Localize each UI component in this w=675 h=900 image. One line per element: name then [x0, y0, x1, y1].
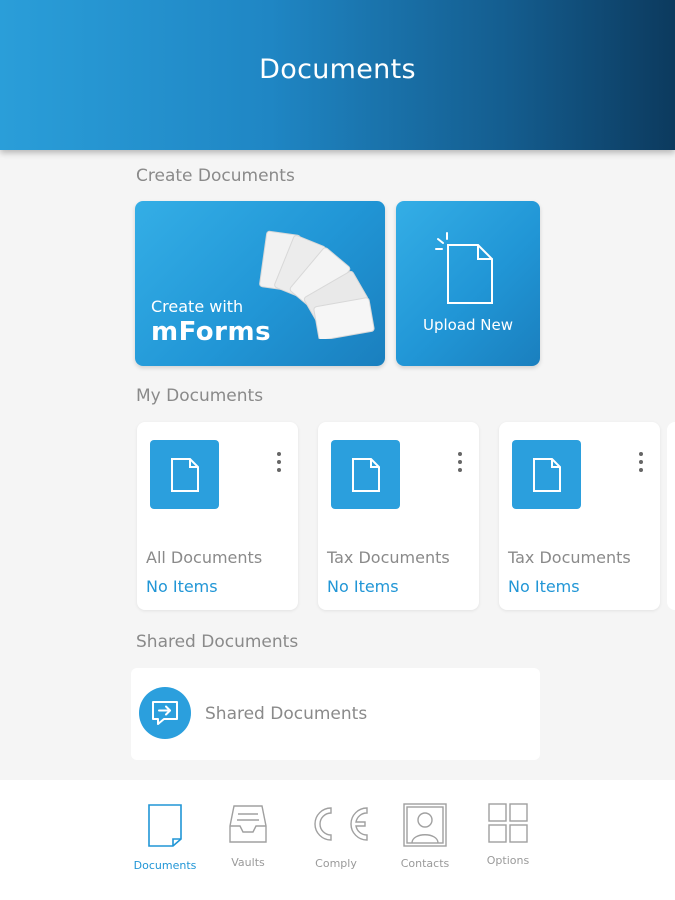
folder-item-count: No Items: [508, 577, 580, 596]
document-folder-card[interactable]: Tax Documents No Items: [318, 422, 479, 610]
mforms-tile-line1: Create with: [151, 297, 244, 316]
upload-new-button[interactable]: Upload New: [396, 201, 540, 366]
upload-new-label: Upload New: [422, 316, 514, 334]
document-icon: [148, 804, 182, 847]
nav-documents[interactable]: Documents: [125, 802, 205, 878]
ce-mark-icon: [314, 807, 368, 841]
more-options-icon[interactable]: [455, 452, 465, 474]
nav-comply[interactable]: Comply: [296, 802, 376, 878]
more-options-icon[interactable]: [636, 452, 646, 474]
stacked-papers-icon: [259, 230, 375, 339]
folder-name: Tax Documents: [508, 548, 631, 567]
nav-vaults[interactable]: Vaults: [208, 802, 288, 878]
grid-icon: [488, 803, 528, 843]
shared-documents-row[interactable]: Shared Documents: [131, 668, 540, 760]
document-icon: [512, 440, 581, 509]
nav-documents-label: Documents: [133, 859, 197, 872]
page-title: Documents: [259, 53, 416, 85]
folder-name: All Documents: [146, 548, 263, 567]
contact-card-icon: [403, 803, 447, 847]
bottom-navigation: Documents Vaults Comply Contacts Options: [0, 780, 675, 900]
app-header: Documents: [0, 0, 675, 150]
my-documents-label: My Documents: [136, 386, 264, 406]
inbox-tray-icon: [229, 805, 267, 843]
nav-contacts[interactable]: Contacts: [385, 802, 465, 878]
more-options-icon[interactable]: [274, 452, 284, 474]
create-documents-label: Create Documents: [136, 166, 295, 186]
mforms-tile-line2: mForms: [151, 317, 272, 347]
nav-comply-label: Comply: [315, 857, 357, 870]
document-folder-card[interactable]: Tax Documents No Items: [499, 422, 660, 610]
document-icon: [331, 440, 400, 509]
nav-contacts-label: Contacts: [400, 857, 450, 870]
create-with-mforms-button[interactable]: Create with mForms: [135, 201, 385, 366]
shared-message-icon: [139, 687, 191, 739]
folder-item-count: No Items: [327, 577, 399, 596]
next-card-peek: [667, 422, 675, 610]
nav-options-label: Options: [486, 854, 530, 867]
nav-vaults-label: Vaults: [231, 856, 265, 869]
new-document-icon: [435, 232, 493, 304]
document-icon: [150, 440, 219, 509]
folder-name: Tax Documents: [327, 548, 450, 567]
document-folder-card[interactable]: All Documents No Items: [137, 422, 298, 610]
shared-documents-row-label: Shared Documents: [205, 704, 368, 724]
nav-options[interactable]: Options: [468, 802, 548, 878]
folder-item-count: No Items: [146, 577, 218, 596]
shared-documents-label: Shared Documents: [136, 632, 299, 652]
